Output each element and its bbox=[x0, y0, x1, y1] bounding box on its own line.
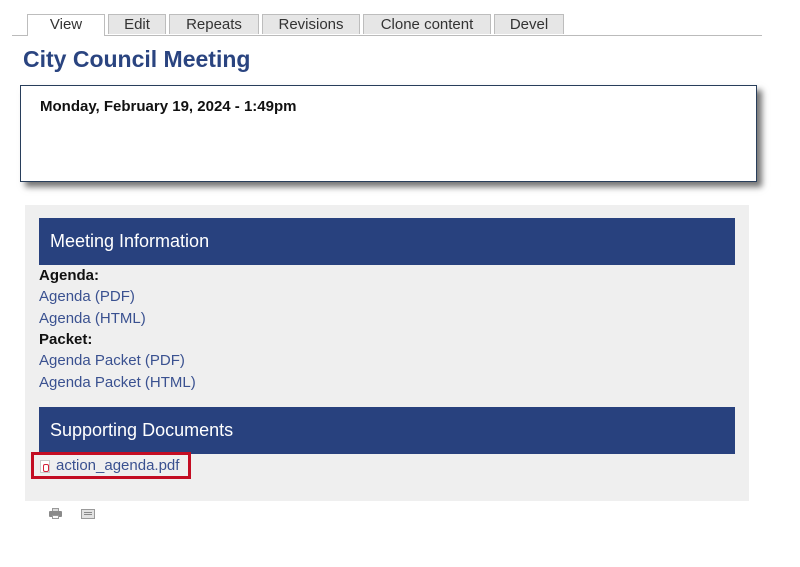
pdf-file-icon bbox=[40, 460, 50, 473]
tab-devel[interactable]: Devel bbox=[494, 14, 564, 34]
tab-repeats[interactable]: Repeats bbox=[169, 14, 259, 34]
action-agenda-link[interactable]: action_agenda.pdf bbox=[56, 457, 179, 474]
meeting-info-panel: Meeting Information Agenda: Agenda (PDF)… bbox=[25, 205, 749, 501]
agenda-label: Agenda: bbox=[39, 267, 99, 284]
meeting-information-header: Meeting Information bbox=[39, 218, 735, 265]
email-icon[interactable] bbox=[81, 508, 95, 519]
page-title: City Council Meeting bbox=[23, 46, 251, 72]
tab-bar: View Edit Repeats Revisions Clone conten… bbox=[12, 14, 762, 36]
agenda-packet-pdf-link[interactable]: Agenda Packet (PDF) bbox=[39, 352, 185, 369]
tab-clone-content[interactable]: Clone content bbox=[363, 14, 491, 34]
packet-label: Packet: bbox=[39, 331, 93, 348]
date-box: Monday, February 19, 2024 - 1:49pm bbox=[20, 85, 757, 182]
tab-revisions[interactable]: Revisions bbox=[262, 14, 360, 34]
agenda-pdf-link[interactable]: Agenda (PDF) bbox=[39, 288, 135, 305]
meeting-date: Monday, February 19, 2024 - 1:49pm bbox=[40, 98, 297, 115]
tab-edit[interactable]: Edit bbox=[108, 14, 166, 34]
tab-view[interactable]: View bbox=[27, 14, 105, 36]
print-icon[interactable] bbox=[49, 508, 62, 519]
supporting-document-file[interactable]: action_agenda.pdf bbox=[31, 452, 191, 479]
agenda-html-link[interactable]: Agenda (HTML) bbox=[39, 310, 146, 327]
supporting-documents-header: Supporting Documents bbox=[39, 407, 735, 454]
agenda-packet-html-link[interactable]: Agenda Packet (HTML) bbox=[39, 374, 196, 391]
